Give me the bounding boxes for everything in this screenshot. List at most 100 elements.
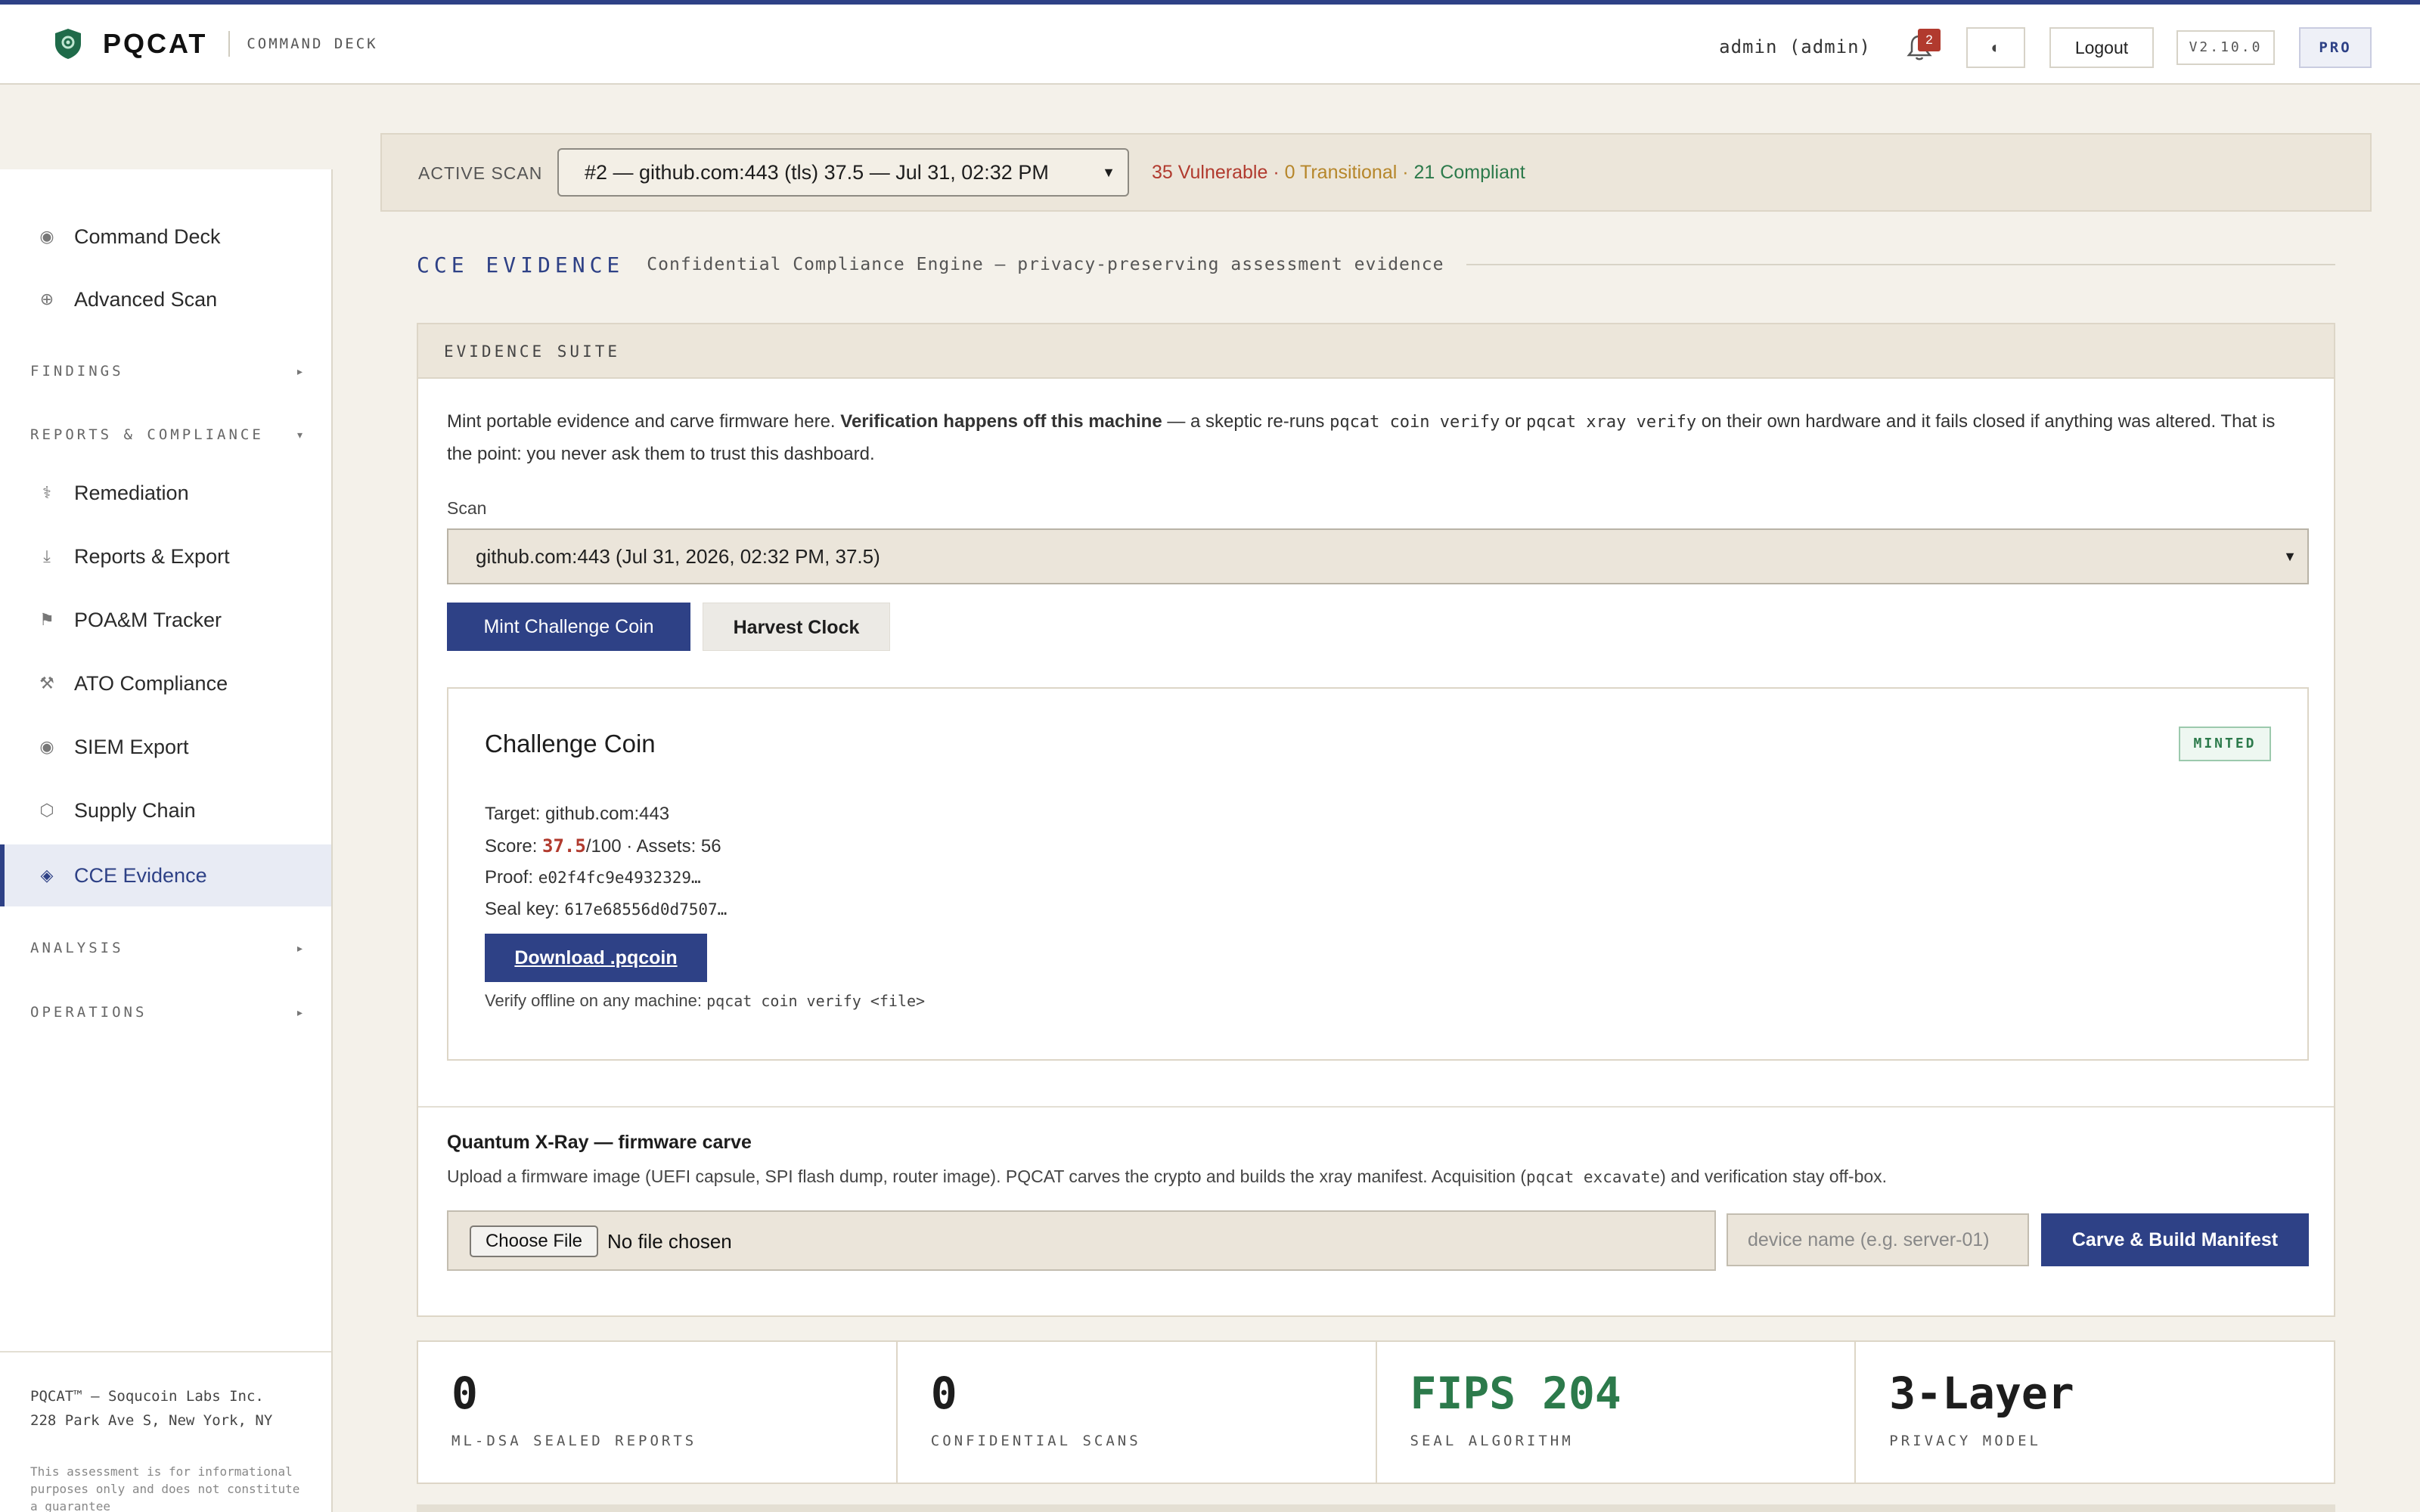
stat-label: PRIVACY MODEL <box>1889 1433 2041 1449</box>
section-divider <box>418 1106 2334 1108</box>
sidebar-item-poam-tracker[interactable]: ⚑ POA&M Tracker <box>0 589 331 651</box>
status-separator: · <box>1273 162 1280 183</box>
carve-build-manifest-button[interactable]: Carve & Build Manifest <box>2041 1213 2309 1266</box>
status-separator: · <box>1402 162 1409 183</box>
shield-logo-icon <box>55 29 81 59</box>
sidebar-item-supply-chain[interactable]: ⬡ Supply Chain <box>0 779 331 841</box>
chevron-down-icon: ▾ <box>296 428 302 441</box>
stat-value: FIPS 204 <box>1410 1368 1621 1419</box>
logout-button[interactable]: Logout <box>2049 27 2154 68</box>
evidence-suite-card: EVIDENCE SUITE Mint portable evidence an… <box>417 323 2335 1317</box>
mint-challenge-coin-button[interactable]: Mint Challenge Coin <box>447 603 690 651</box>
scan-field-label: Scan <box>447 498 487 518</box>
card-title: EVIDENCE SUITE <box>444 342 621 361</box>
score-value: 37.5 <box>542 835 586 857</box>
tools-icon: ⚒ <box>39 674 54 692</box>
sidebar-item-label: ATO Compliance <box>74 671 228 695</box>
coin-proof: Proof: e02f4fc9e4932329… <box>485 867 701 888</box>
sidebar-item-label: Command Deck <box>74 225 221 248</box>
sidebar-section-findings[interactable]: FINDINGS ▸ <box>30 363 302 380</box>
brand[interactable]: PQCAT COMMAND DECK <box>53 27 378 60</box>
disclaimer: This assessment is for informational pur… <box>30 1464 300 1512</box>
intro-code: pqcat xray verify <box>1525 413 1697 432</box>
next-card-edge <box>417 1504 2335 1512</box>
device-name-input[interactable]: device name (e.g. server-01) <box>1727 1213 2029 1266</box>
sidebar-item-siem-export[interactable]: ◉ SIEM Export <box>0 716 331 778</box>
coin-target: Target: github.com:443 <box>485 804 670 824</box>
scan-select[interactable]: github.com:443 (Jul 31, 2026, 02:32 PM, … <box>447 528 2309 584</box>
active-scan-bar: ACTIVE SCAN #2 — github.com:443 (tls) 37… <box>380 133 2372 212</box>
intro-text: Mint portable evidence and carve firmwar… <box>447 406 2292 470</box>
compliant-count: 21 Compliant <box>1413 162 1525 183</box>
minted-badge: MINTED <box>2179 727 2271 761</box>
sidebar: ◉ Command Deck ⊕ Advanced Scan FINDINGS … <box>0 169 333 1512</box>
intro-part: or <box>1500 411 1526 432</box>
sidebar-item-label: Reports & Export <box>74 544 230 568</box>
plan-badge[interactable]: PRO <box>2299 27 2372 68</box>
xray-desc-code: pqcat excavate <box>1526 1168 1661 1186</box>
harvest-clock-button[interactable]: Harvest Clock <box>703 603 890 651</box>
section-label: FINDINGS <box>30 363 124 380</box>
intro-bold: Verification happens off this machine <box>840 411 1162 432</box>
stat-value: 3-Layer <box>1889 1368 2074 1419</box>
stat-seal-algorithm: FIPS 204 SEAL ALGORITHM <box>1377 1342 1857 1483</box>
sidebar-item-label: POA&M Tracker <box>74 608 222 631</box>
chevron-down-icon: ▼ <box>2283 549 2297 564</box>
user-label[interactable]: admin (admin) <box>1719 36 1871 57</box>
stat-value: 0 <box>930 1368 957 1419</box>
sidebar-item-reports-export[interactable]: ⤓ Reports & Export <box>0 525 331 587</box>
section-label: REPORTS & COMPLIANCE <box>30 426 264 443</box>
company-info: PQCAT™ — Soqucoin Labs Inc. 228 Park Ave… <box>30 1384 272 1433</box>
sidebar-item-ato-compliance[interactable]: ⚒ ATO Compliance <box>0 652 331 714</box>
intro-code: pqcat coin verify <box>1329 413 1500 432</box>
section-label: ANALYSIS <box>30 940 124 956</box>
page-heading: CCE EVIDENCE Confidential Compliance Eng… <box>417 249 2335 280</box>
active-scan-value: #2 — github.com:443 (tls) 37.5 — Jul 31,… <box>585 161 1049 184</box>
intro-part: — a skeptic re-runs <box>1162 411 1330 432</box>
stats-row: 0 ML-DSA SEALED REPORTS 0 CONFIDENTIAL S… <box>417 1340 2335 1484</box>
chevron-right-icon: ▸ <box>296 941 302 954</box>
contrast-icon: ◐ <box>1990 38 2001 57</box>
transitional-count: 0 Transitional <box>1284 162 1398 183</box>
chevron-down-icon: ▼ <box>1102 165 1115 180</box>
intro-part: Mint portable evidence and carve firmwar… <box>447 411 841 432</box>
proof-value: e02f4fc9e4932329… <box>538 869 701 887</box>
top-bar: PQCAT COMMAND DECK admin (admin) 2 ◐ Log… <box>0 0 2420 85</box>
version-badge: V2.10.0 <box>2176 30 2275 65</box>
stat-confidential-scans: 0 CONFIDENTIAL SCANS <box>898 1342 1377 1483</box>
vulnerable-count: 35 Vulnerable <box>1152 162 1268 183</box>
active-scan-select[interactable]: #2 — github.com:443 (tls) 37.5 — Jul 31,… <box>557 148 1129 197</box>
sidebar-item-command-deck[interactable]: ◉ Command Deck <box>0 206 331 268</box>
sidebar-item-label: Advanced Scan <box>74 287 218 311</box>
stat-label: ML-DSA SEALED REPORTS <box>451 1433 697 1449</box>
theme-toggle-button[interactable]: ◐ <box>1966 27 2025 68</box>
diamond-icon: ◈ <box>40 866 54 885</box>
seal-label: Seal key: <box>485 899 565 919</box>
scan-select-value: github.com:443 (Jul 31, 2026, 02:32 PM, … <box>476 545 880 568</box>
choose-file-button[interactable]: Choose File <box>470 1225 598 1257</box>
notification-count-badge: 2 <box>1918 29 1941 51</box>
flag-icon: ⚑ <box>39 610 54 629</box>
seal-value: 617e68556d0d7507… <box>564 900 728 919</box>
company-address: 228 Park Ave S, New York, NY <box>30 1412 273 1429</box>
sidebar-section-analysis[interactable]: ANALYSIS ▸ <box>30 940 302 956</box>
sidebar-item-cce-evidence[interactable]: ◈ CCE Evidence <box>0 844 331 906</box>
sidebar-section-reports-compliance[interactable]: REPORTS & COMPLIANCE ▾ <box>30 426 302 443</box>
radar-icon: ◉ <box>39 227 54 246</box>
sidebar-section-operations[interactable]: OPERATIONS ▸ <box>30 1004 302 1021</box>
sidebar-footer: PQCAT™ — Soqucoin Labs Inc. 228 Park Ave… <box>0 1351 331 1512</box>
sidebar-item-remediation[interactable]: ⚕ Remediation <box>0 462 331 524</box>
download-pqcoin-button[interactable]: Download .pqcoin <box>485 934 707 982</box>
sidebar-item-label: SIEM Export <box>74 735 189 758</box>
heading-rule <box>1466 264 2335 265</box>
xray-title: Quantum X-Ray — firmware carve <box>447 1132 752 1153</box>
sidebar-item-label: Remediation <box>74 481 189 504</box>
sidebar-item-advanced-scan[interactable]: ⊕ Advanced Scan <box>0 268 331 330</box>
page-description: Confidential Compliance Engine — privacy… <box>647 255 1444 274</box>
chevron-right-icon: ▸ <box>296 364 302 377</box>
section-label: OPERATIONS <box>30 1004 147 1021</box>
coin-score: Score: 37.5/100 · Assets: 56 <box>485 835 721 857</box>
stat-sealed-reports: 0 ML-DSA SEALED REPORTS <box>418 1342 898 1483</box>
file-status: No file chosen <box>607 1230 732 1253</box>
firmware-file-input[interactable]: Choose File No file chosen <box>447 1210 1716 1271</box>
